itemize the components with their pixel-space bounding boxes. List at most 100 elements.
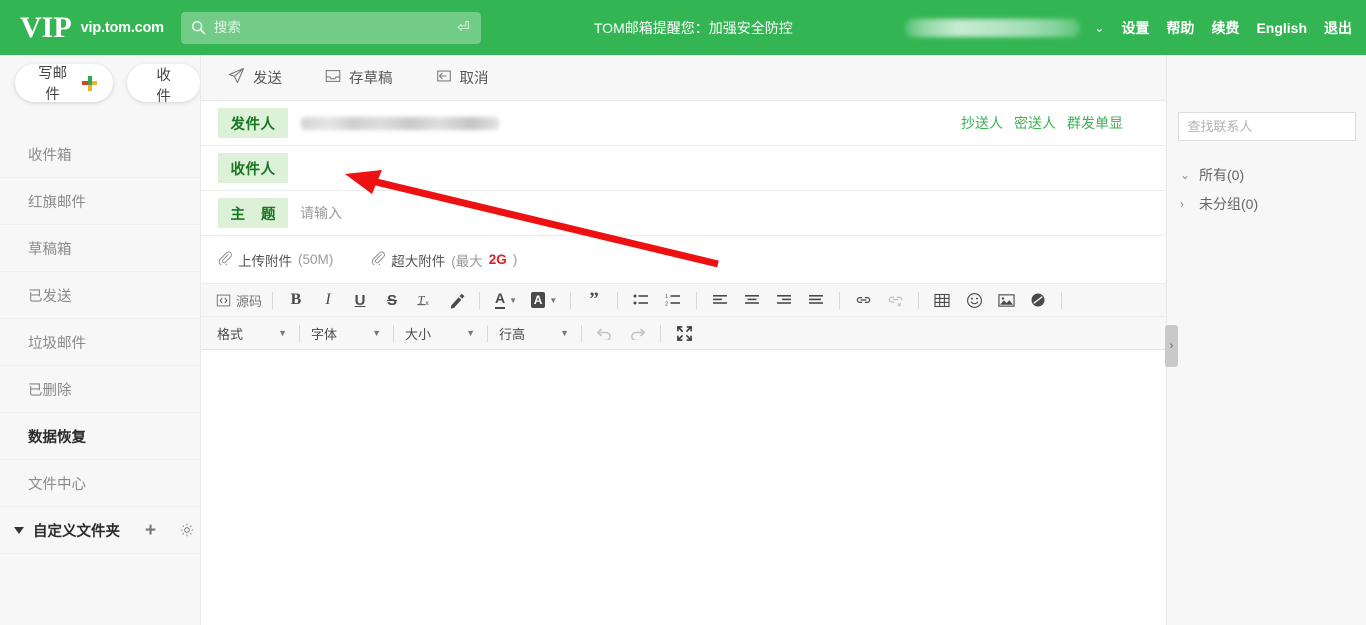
insert-table-button[interactable] (929, 288, 955, 312)
insert-link-button[interactable] (850, 288, 876, 312)
search-icon (191, 20, 206, 35)
compose-toolbar: 发送 存草稿 取消 (201, 55, 1165, 101)
align-right-button[interactable] (771, 288, 797, 312)
redo-button (624, 321, 650, 345)
separate-send-link[interactable]: 群发单显 (1067, 113, 1123, 133)
toolbar-divider (299, 324, 300, 342)
sidebar-item-spam[interactable]: 垃圾邮件 (0, 319, 200, 366)
sidebar-item-inbox[interactable]: 收件箱 (0, 131, 200, 178)
align-left-button[interactable] (707, 288, 733, 312)
add-folder-icon[interactable]: + (145, 521, 156, 540)
source-code-button[interactable]: 源码 (216, 288, 262, 312)
save-draft-button[interactable]: 存草稿 (324, 67, 393, 89)
upload-attachment-button[interactable]: 上传附件 (50M) (218, 250, 333, 270)
blockquote-button[interactable]: ” (581, 288, 607, 312)
sidebar-item-flagged[interactable]: 红旗邮件 (0, 178, 200, 225)
italic-button[interactable]: I (315, 288, 341, 312)
toolbar-divider (696, 291, 698, 309)
size-select[interactable]: 大小 ▼ (401, 322, 477, 344)
chevron-down-icon[interactable]: ⌄ (1094, 22, 1104, 34)
sidebar-action-row: 写邮件 收件 (0, 55, 200, 111)
attachment-row: 上传附件 (50M) 超大附件 (最大 2G ) (201, 236, 1165, 284)
emoji-icon[interactable] (961, 288, 987, 312)
from-value-redacted[interactable] (301, 116, 499, 130)
sidebar-item-deleted[interactable]: 已删除 (0, 366, 200, 413)
global-search[interactable]: ⏎ (180, 11, 481, 44)
svg-text:1: 1 (665, 294, 668, 300)
contacts-collapse-handle[interactable]: › (1165, 325, 1178, 367)
sidebar-item-sent[interactable]: 已发送 (0, 272, 200, 319)
sidebar-item-drafts[interactable]: 草稿箱 (0, 225, 200, 272)
remove-format-button[interactable]: Tx (411, 288, 437, 312)
header-link-logout[interactable]: 退出 (1324, 18, 1352, 38)
text-color-button[interactable]: A ▼ (490, 288, 522, 312)
large-attachment-label: 超大附件 (391, 253, 446, 269)
align-center-button[interactable] (739, 288, 765, 312)
bullet-list-button[interactable] (628, 288, 654, 312)
upload-attachment-limit: (50M) (298, 252, 334, 267)
signature-button[interactable] (1025, 288, 1051, 312)
contacts-group-all[interactable]: ⌄ 所有(0) (1167, 161, 1366, 188)
toolbar-divider (617, 291, 619, 309)
plus-icon (82, 75, 98, 91)
chevron-right-icon: › (1180, 196, 1184, 211)
sidebar-custom-folders[interactable]: 自定义文件夹 + (0, 507, 200, 554)
toolbar-divider (393, 324, 394, 342)
chevron-down-icon: ▼ (278, 328, 287, 338)
insert-image-button[interactable] (993, 288, 1019, 312)
search-input[interactable] (213, 20, 458, 35)
upload-attachment-label: 上传附件 (238, 253, 292, 269)
editor-toolbar-row-2: 格式 ▼ 字体 ▼ 大小 ▼ 行高 ▼ (201, 317, 1165, 350)
compose-mail-button[interactable]: 写邮件 (15, 64, 114, 103)
header-link-settings[interactable]: 设置 (1121, 18, 1149, 38)
large-attachment-button[interactable]: 超大附件 (最大 2G ) (371, 250, 517, 270)
field-row-from: 发件人 抄送人 密送人 群发单显 (201, 101, 1165, 146)
sidebar-item-file-center[interactable]: 文件中心 (0, 460, 200, 507)
contacts-panel: ⌄ 所有(0) › 未分组(0) (1166, 55, 1366, 625)
bcc-link[interactable]: 密送人 (1014, 113, 1056, 133)
contacts-search-input[interactable] (1177, 112, 1356, 141)
toolbar-divider (1061, 291, 1063, 309)
contacts-group-ungrouped-label: 未分组(0) (1199, 195, 1259, 212)
from-label: 发件人 (218, 108, 288, 138)
toolbar-divider (487, 324, 488, 342)
format-painter-button[interactable] (443, 288, 469, 312)
underline-button[interactable]: U (347, 288, 373, 312)
send-button[interactable]: 发送 (227, 66, 282, 89)
strikethrough-button[interactable]: S (379, 288, 405, 312)
align-justify-button[interactable] (803, 288, 829, 312)
bold-button[interactable]: B (283, 288, 309, 312)
source-code-label: 源码 (236, 293, 263, 309)
triangle-down-icon[interactable] (14, 526, 24, 534)
left-sidebar: 写邮件 收件 收件箱 红旗邮件 草稿箱 已发送 垃圾邮件 已删除 数据恢复 文件… (0, 55, 200, 625)
subject-input[interactable] (300, 198, 1165, 228)
save-draft-label: 存草稿 (349, 71, 393, 87)
enter-key-icon[interactable]: ⏎ (457, 20, 470, 35)
mail-body-editor[interactable] (201, 350, 1165, 608)
format-select[interactable]: 格式 ▼ (213, 322, 289, 344)
font-select-label: 字体 (311, 326, 338, 342)
line-height-select[interactable]: 行高 ▼ (495, 322, 571, 344)
account-name-redacted[interactable] (905, 18, 1081, 37)
send-icon (227, 66, 246, 89)
fullscreen-button[interactable] (671, 321, 697, 345)
header-link-english[interactable]: English (1256, 20, 1307, 36)
svg-text:2: 2 (665, 302, 668, 308)
save-draft-icon (324, 67, 342, 89)
header-notice: TOM邮箱提醒您：加强安全防控 (593, 19, 793, 36)
line-height-select-label: 行高 (499, 326, 526, 342)
cancel-button[interactable]: 取消 (435, 67, 489, 89)
sidebar-item-data-recovery[interactable]: 数据恢复 (0, 413, 200, 460)
contacts-group-ungrouped[interactable]: › 未分组(0) (1167, 190, 1366, 217)
unlink-button (882, 288, 908, 312)
numbered-list-button[interactable]: 12 (660, 288, 686, 312)
receive-mail-button[interactable]: 收件 (127, 64, 200, 105)
gear-icon[interactable] (179, 522, 195, 538)
to-input[interactable] (300, 153, 1165, 183)
header-link-renew[interactable]: 续费 (1211, 18, 1239, 38)
background-color-button[interactable]: A ▼ (528, 288, 560, 312)
cc-link[interactable]: 抄送人 (961, 113, 1003, 133)
header-link-help[interactable]: 帮助 (1166, 18, 1194, 38)
font-select[interactable]: 字体 ▼ (307, 322, 383, 344)
toolbar-divider (272, 291, 274, 309)
